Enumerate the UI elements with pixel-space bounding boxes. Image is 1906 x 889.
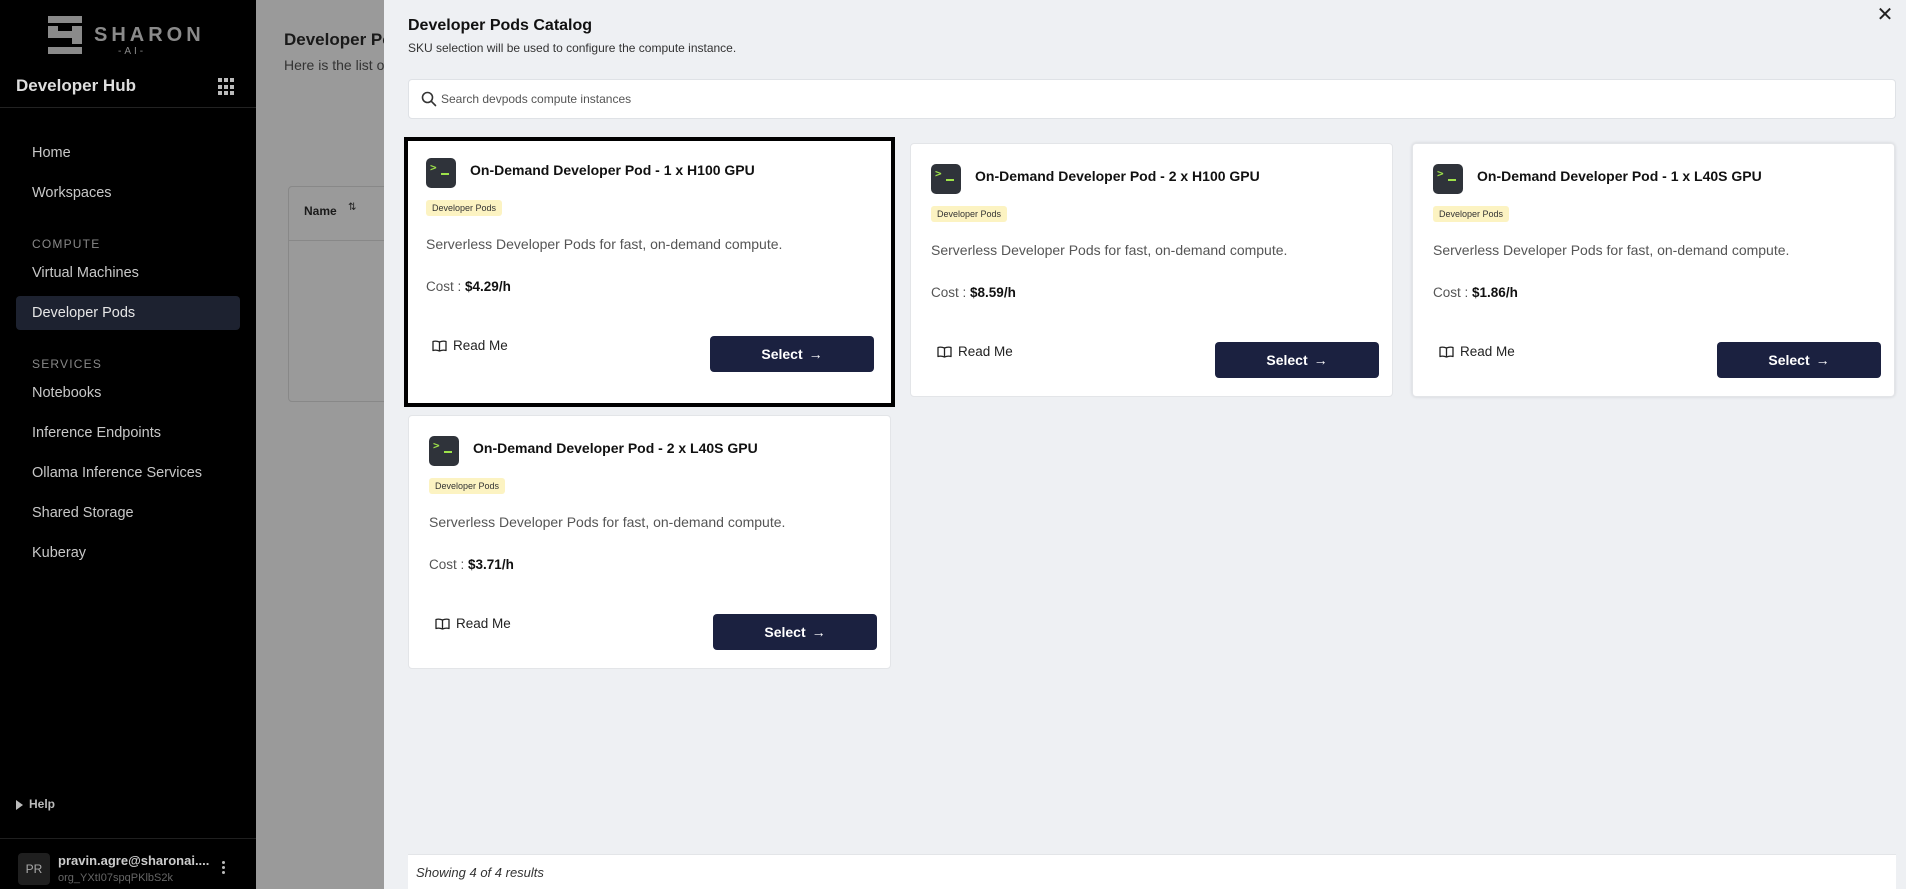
arrow-right-icon: → [1815,352,1830,368]
avatar: PR [18,853,50,885]
select-button[interactable]: Select → [1717,342,1881,378]
card-cost: Cost : $3.71/h [429,557,514,572]
sidebar-item-kuberay[interactable]: Kuberay [16,536,240,570]
card-title: On-Demand Developer Pod - 1 x L40S GPU [1477,168,1762,184]
read-me-link[interactable]: Read Me [432,338,508,353]
cost-label: Cost : [931,285,967,300]
sidebar-section-services: SERVICES [32,357,103,371]
book-open-icon [1439,346,1454,358]
user-profile[interactable]: PR pravin.agre@sharonai.... org_YXtI07sp… [0,838,256,889]
card-cost: Cost : $8.59/h [931,285,1016,300]
sidebar-item-developer-pods[interactable]: Developer Pods [16,296,240,330]
sidebar-item-home[interactable]: Home [16,136,240,170]
card-description: Serverless Developer Pods for fast, on-d… [429,514,786,530]
close-icon[interactable]: ✕ [1874,4,1896,26]
category-badge: Developer Pods [426,200,503,216]
category-badge: Developer Pods [931,206,1008,222]
terminal-icon: > [931,164,961,194]
background-page-overlay[interactable]: Developer Po Here is the list o Name ⇅ [256,0,384,889]
cost-value: $4.29/h [465,279,511,294]
card-description: Serverless Developer Pods for fast, on-d… [1433,242,1790,258]
cost-label: Cost : [426,279,462,294]
more-vertical-icon[interactable] [222,861,226,876]
sidebar-item-notebooks[interactable]: Notebooks [16,376,240,410]
background-table [288,186,384,402]
sidebar-item-workspaces[interactable]: Workspaces [16,176,240,210]
select-button[interactable]: Select → [1215,342,1379,378]
sidebar: SHARON -AI- Developer Hub Home Workspace… [0,0,256,889]
apps-grid-icon[interactable] [218,78,236,96]
help-label: Help [29,797,56,811]
table-header-divider [288,240,384,241]
sku-card-1x-l40s[interactable]: > On-Demand Developer Pod - 1 x L40S GPU… [1412,143,1895,397]
card-description: Serverless Developer Pods for fast, on-d… [931,242,1288,258]
developer-pods-catalog-drawer: Developer Pods Catalog SKU selection wil… [384,0,1906,889]
brand-name: SHARON [94,24,205,46]
drawer-title: Developer Pods Catalog [408,17,593,34]
read-me-link[interactable]: Read Me [435,616,511,631]
caret-right-icon [16,799,23,810]
book-open-icon [435,618,450,630]
results-count: Showing 4 of 4 results [408,854,1896,889]
card-title: On-Demand Developer Pod - 1 x H100 GPU [470,162,755,178]
sharon-ai-logo[interactable]: SHARON -AI- [48,16,201,57]
card-cost: Cost : $4.29/h [426,279,511,294]
cost-label: Cost : [1433,285,1469,300]
user-email: pravin.agre@sharonai.... [58,853,210,868]
cost-value: $3.71/h [468,557,514,572]
brand-sub: -AI- [118,46,147,57]
select-button[interactable]: Select → [713,614,877,650]
table-header-name: Name [304,204,337,218]
book-open-icon [937,346,952,358]
search-icon [421,91,437,107]
book-open-icon [432,340,447,352]
cost-value: $8.59/h [970,285,1016,300]
card-title: On-Demand Developer Pod - 2 x H100 GPU [975,168,1260,184]
sidebar-item-inference-endpoints[interactable]: Inference Endpoints [16,416,240,450]
card-cost: Cost : $1.86/h [1433,285,1518,300]
terminal-icon: > [1433,164,1463,194]
select-label: Select [761,346,803,362]
terminal-icon: > [426,158,456,188]
cost-value: $1.86/h [1472,285,1518,300]
sku-card-1x-h100[interactable]: > On-Demand Developer Pod - 1 x H100 GPU… [404,137,895,407]
cost-label: Cost : [429,557,465,572]
select-button[interactable]: Select → [710,336,874,372]
sidebar-section-compute: COMPUTE [32,237,101,251]
read-me-label: Read Me [453,338,508,353]
background-page-subtitle: Here is the list o [284,57,384,73]
user-org-id: org_YXtI07spqPKlbS2k [58,872,173,884]
arrow-right-icon: → [808,346,823,362]
card-title: On-Demand Developer Pod - 2 x L40S GPU [473,440,758,456]
sku-card-2x-h100[interactable]: > On-Demand Developer Pod - 2 x H100 GPU… [910,143,1393,397]
read-me-link[interactable]: Read Me [1439,344,1515,359]
arrow-right-icon: → [1313,352,1328,368]
search-box [408,79,1896,119]
sidebar-item-virtual-machines[interactable]: Virtual Machines [16,256,240,290]
card-description: Serverless Developer Pods for fast, on-d… [426,236,783,252]
terminal-icon: > [429,436,459,466]
arrow-right-icon: → [811,624,826,640]
select-label: Select [1768,352,1810,368]
select-label: Select [1266,352,1308,368]
help-toggle[interactable]: Help [16,797,55,811]
read-me-label: Read Me [958,344,1013,359]
category-badge: Developer Pods [429,478,506,494]
logo-mark-icon [48,16,82,54]
sidebar-item-shared-storage[interactable]: Shared Storage [16,496,240,530]
hub-title: Developer Hub [16,76,136,95]
read-me-label: Read Me [1460,344,1515,359]
select-label: Select [764,624,806,640]
background-page-title: Developer Po [284,30,384,49]
sort-icon: ⇅ [348,202,357,213]
read-me-label: Read Me [456,616,511,631]
search-input[interactable] [441,80,1881,118]
sidebar-item-ollama-inference-services[interactable]: Ollama Inference Services [16,456,240,490]
read-me-link[interactable]: Read Me [937,344,1013,359]
sidebar-divider [0,107,256,108]
sku-card-2x-l40s[interactable]: > On-Demand Developer Pod - 2 x L40S GPU… [408,415,891,669]
category-badge: Developer Pods [1433,206,1510,222]
drawer-subtitle: SKU selection will be used to configure … [408,41,737,55]
